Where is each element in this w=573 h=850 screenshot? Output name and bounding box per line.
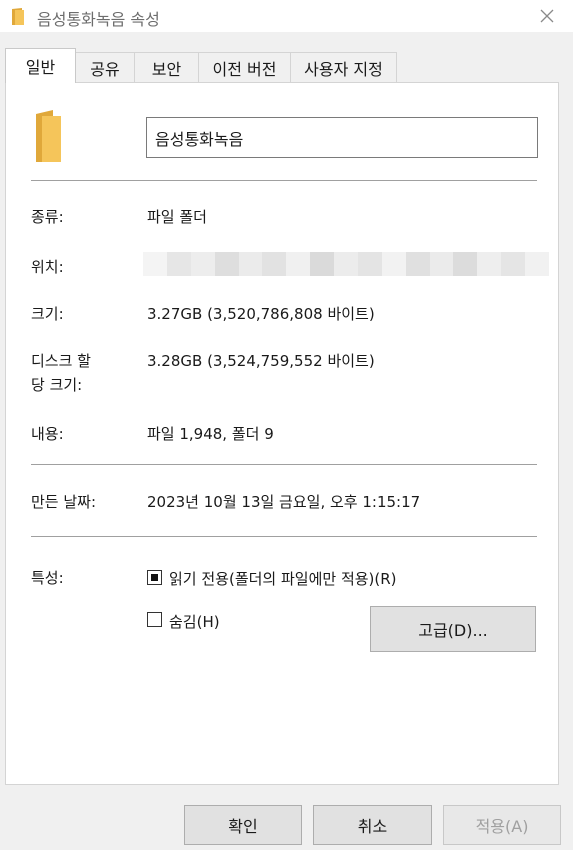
size-value: 3.27GB (3,520,786,808 바이트) — [147, 305, 375, 323]
cancel-button[interactable]: 취소 — [313, 805, 432, 845]
general-panel — [5, 82, 559, 785]
close-button[interactable] — [530, 2, 564, 30]
apply-button[interactable]: 적용(A) — [443, 805, 561, 845]
close-icon — [540, 9, 554, 23]
type-value: 파일 폴더 — [147, 208, 207, 226]
divider — [31, 180, 537, 181]
tab-customize[interactable]: 사용자 지정 — [290, 52, 397, 82]
divider — [31, 536, 537, 537]
tab-sharing[interactable]: 공유 — [75, 52, 135, 82]
location-label: 위치: — [31, 258, 64, 276]
created-label: 만든 날짜: — [31, 493, 97, 511]
ok-button[interactable]: 확인 — [184, 805, 302, 845]
tab-general[interactable]: 일반 — [5, 48, 76, 83]
size-label: 크기: — [31, 305, 64, 323]
hidden-checkbox[interactable] — [147, 612, 162, 627]
size-on-disk-label-line1: 디스크 할 — [31, 352, 91, 370]
size-on-disk-label-line2: 당 크기: — [31, 376, 83, 394]
created-value: 2023년 10월 13일 금요일, 오후 1:15:17 — [147, 493, 421, 511]
folder-name-input[interactable] — [146, 117, 538, 158]
location-value-redacted — [143, 252, 549, 276]
tab-previous-versions[interactable]: 이전 버전 — [198, 52, 291, 82]
advanced-button[interactable]: 고급(D)... — [370, 606, 536, 652]
contains-label: 내용: — [31, 425, 64, 443]
type-label: 종류: — [31, 208, 64, 226]
window-title: 음성통화녹음 속성 — [37, 10, 160, 29]
readonly-label[interactable]: 읽기 전용(폴더의 파일에만 적용)(R) — [169, 568, 397, 589]
folder-icon — [36, 110, 61, 162]
title-bar: 음성통화녹음 속성 — [0, 0, 573, 32]
tab-security[interactable]: 보안 — [134, 52, 199, 82]
attributes-label: 특성: — [31, 569, 64, 587]
readonly-checkbox[interactable] — [147, 570, 162, 585]
folder-icon — [12, 8, 24, 25]
hidden-label[interactable]: 숨김(H) — [169, 611, 220, 632]
size-on-disk-value: 3.28GB (3,524,759,552 바이트) — [147, 352, 375, 370]
divider — [31, 464, 537, 465]
contains-value: 파일 1,948, 폴더 9 — [147, 425, 274, 443]
